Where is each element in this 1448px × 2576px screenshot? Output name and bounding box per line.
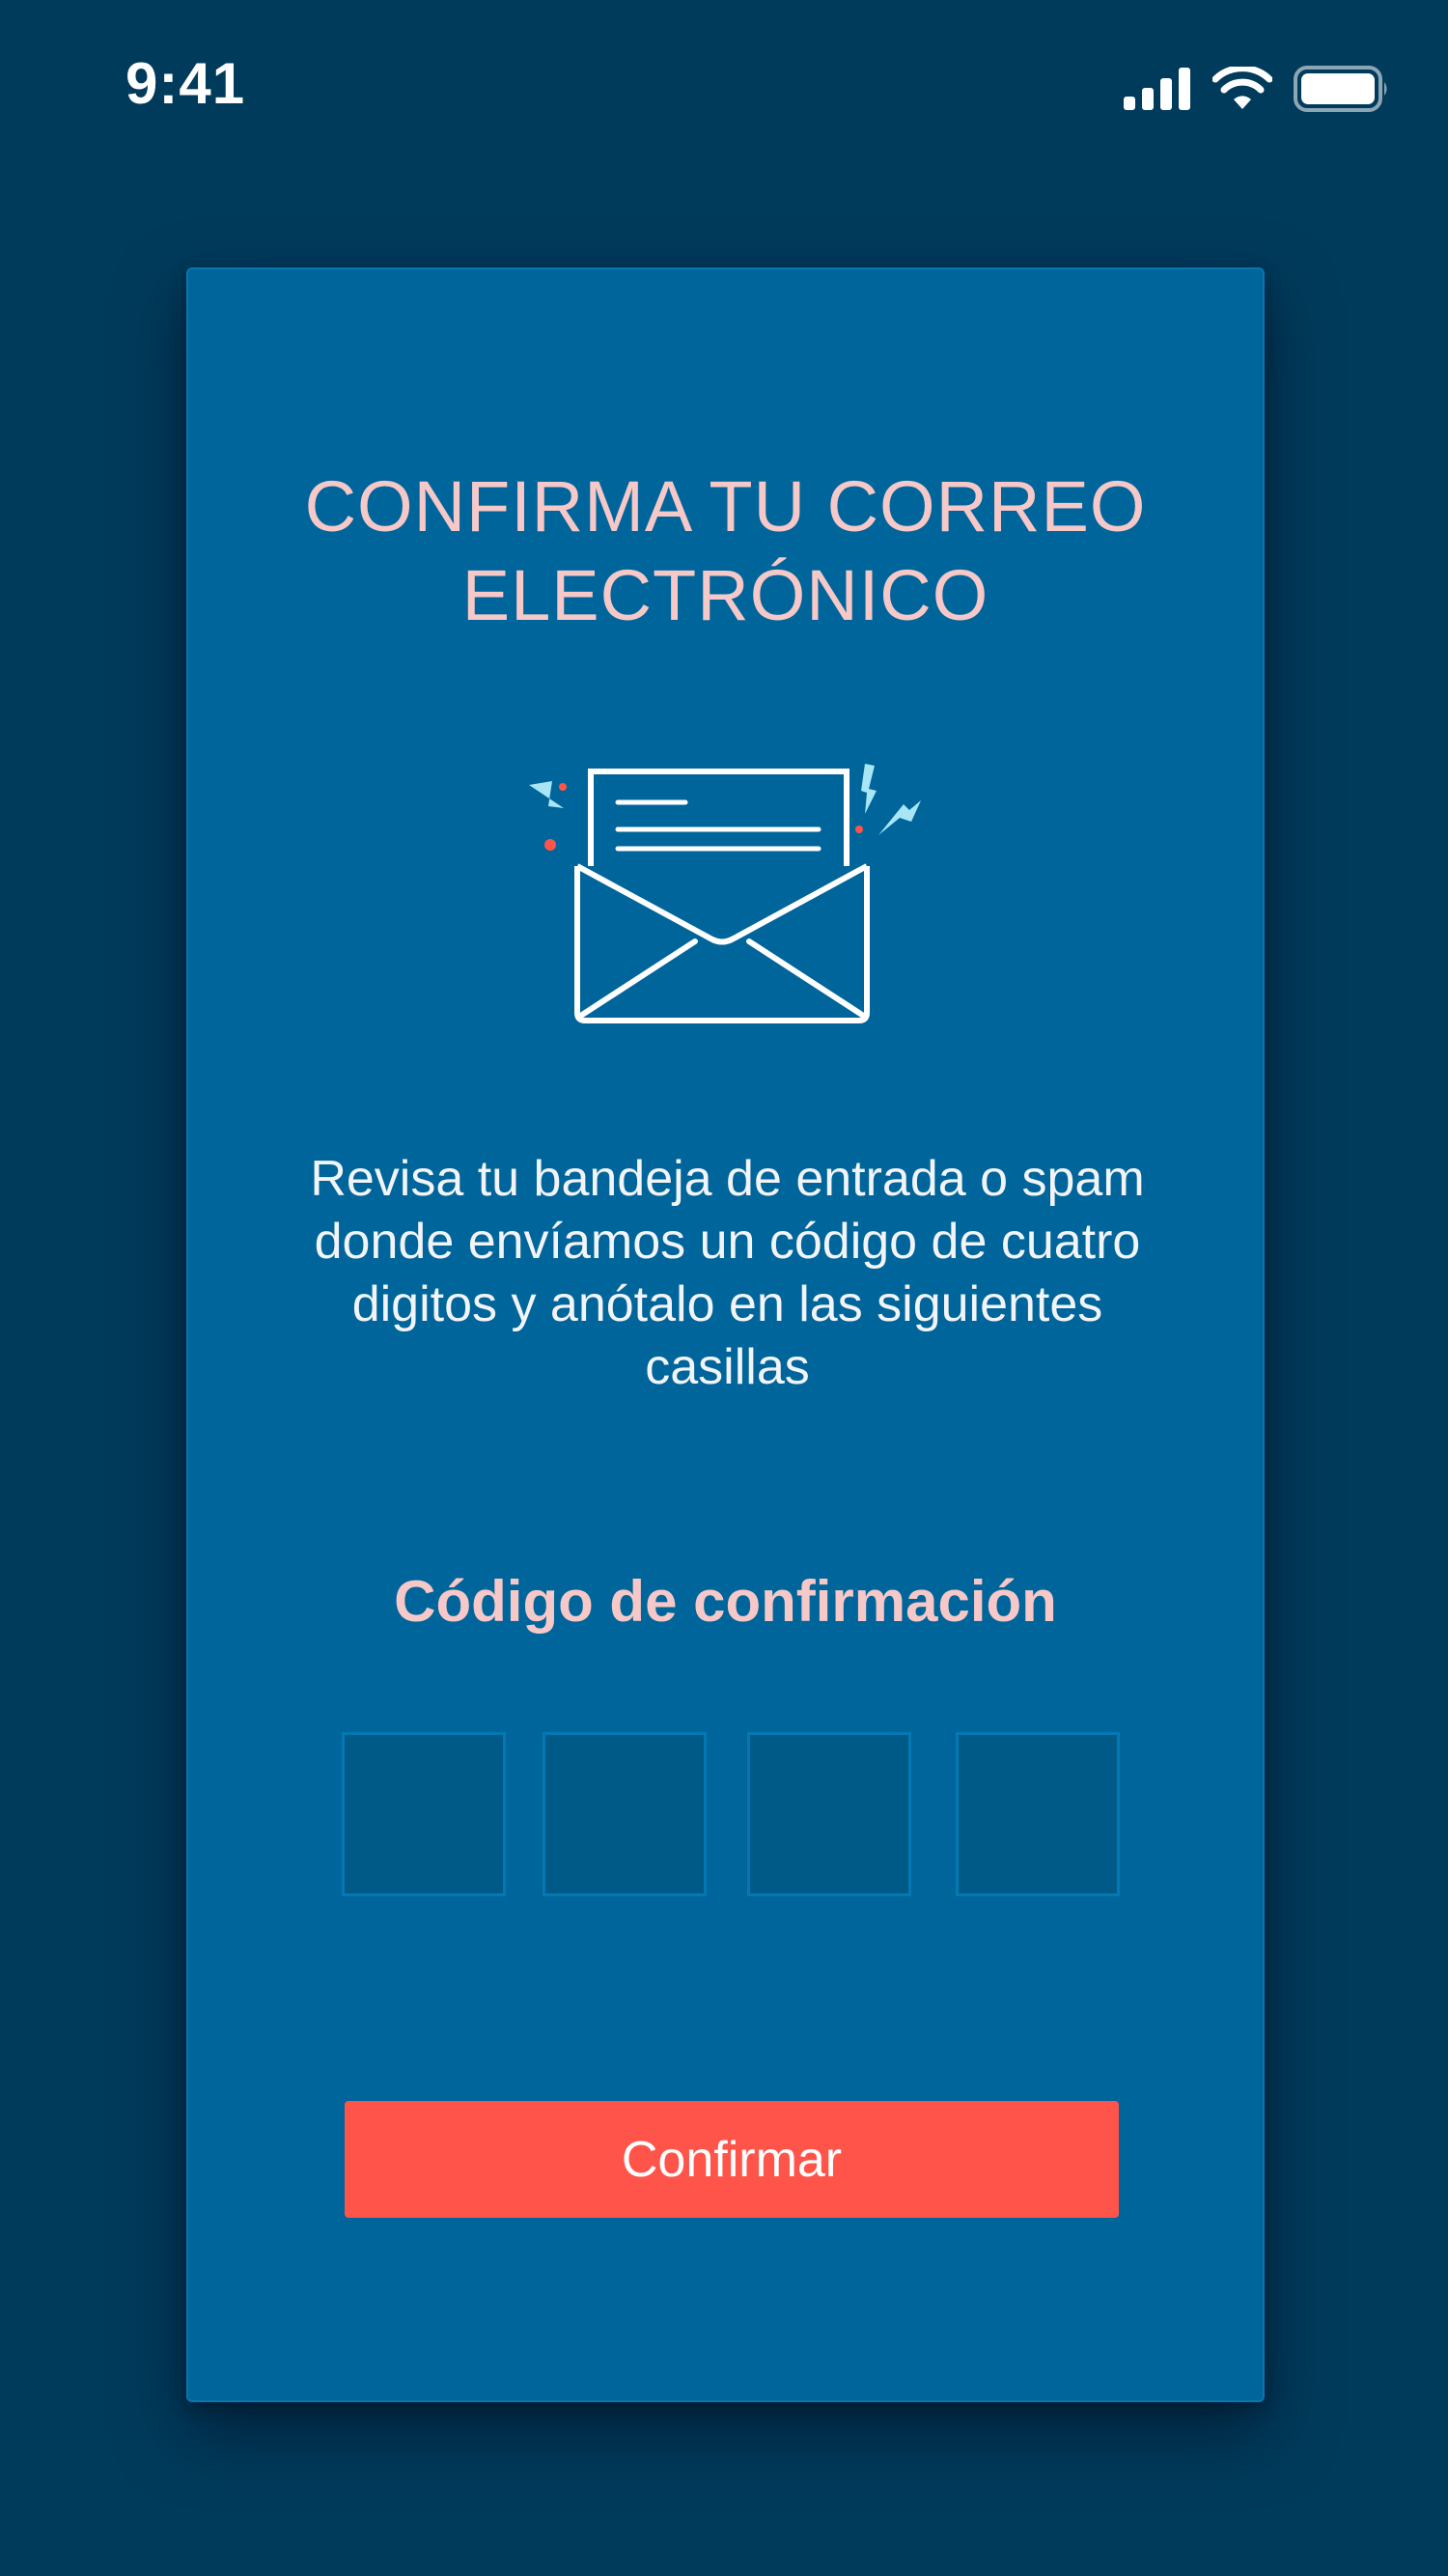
cellular-signal-icon bbox=[1124, 68, 1190, 110]
status-bar: 9:41 bbox=[0, 0, 1448, 174]
code-digit-2-input[interactable] bbox=[543, 1732, 707, 1896]
status-time: 9:41 bbox=[125, 51, 246, 116]
page-title: CONFIRMA TU CORREO ELECTRÓNICO bbox=[304, 466, 1147, 635]
code-digit-1-input[interactable] bbox=[342, 1732, 506, 1896]
code-digit-3-input[interactable] bbox=[747, 1732, 911, 1896]
battery-icon bbox=[1294, 66, 1387, 112]
open-envelope-icon bbox=[529, 764, 921, 1023]
wifi-icon bbox=[1212, 67, 1272, 109]
confirm-email-card: CONFIRMA TU CORREO ELECTRÓNICO Revisa tu… bbox=[186, 267, 1265, 2402]
code-digit-4-input[interactable] bbox=[956, 1732, 1120, 1896]
instructions-text: Revisa tu bandeja de entrada o spam dond… bbox=[310, 1151, 1145, 1395]
status-icons bbox=[1124, 66, 1390, 112]
confirm-button[interactable]: Confirmar bbox=[345, 2101, 1119, 2218]
code-label: Código de confirmación bbox=[394, 1569, 1057, 1634]
